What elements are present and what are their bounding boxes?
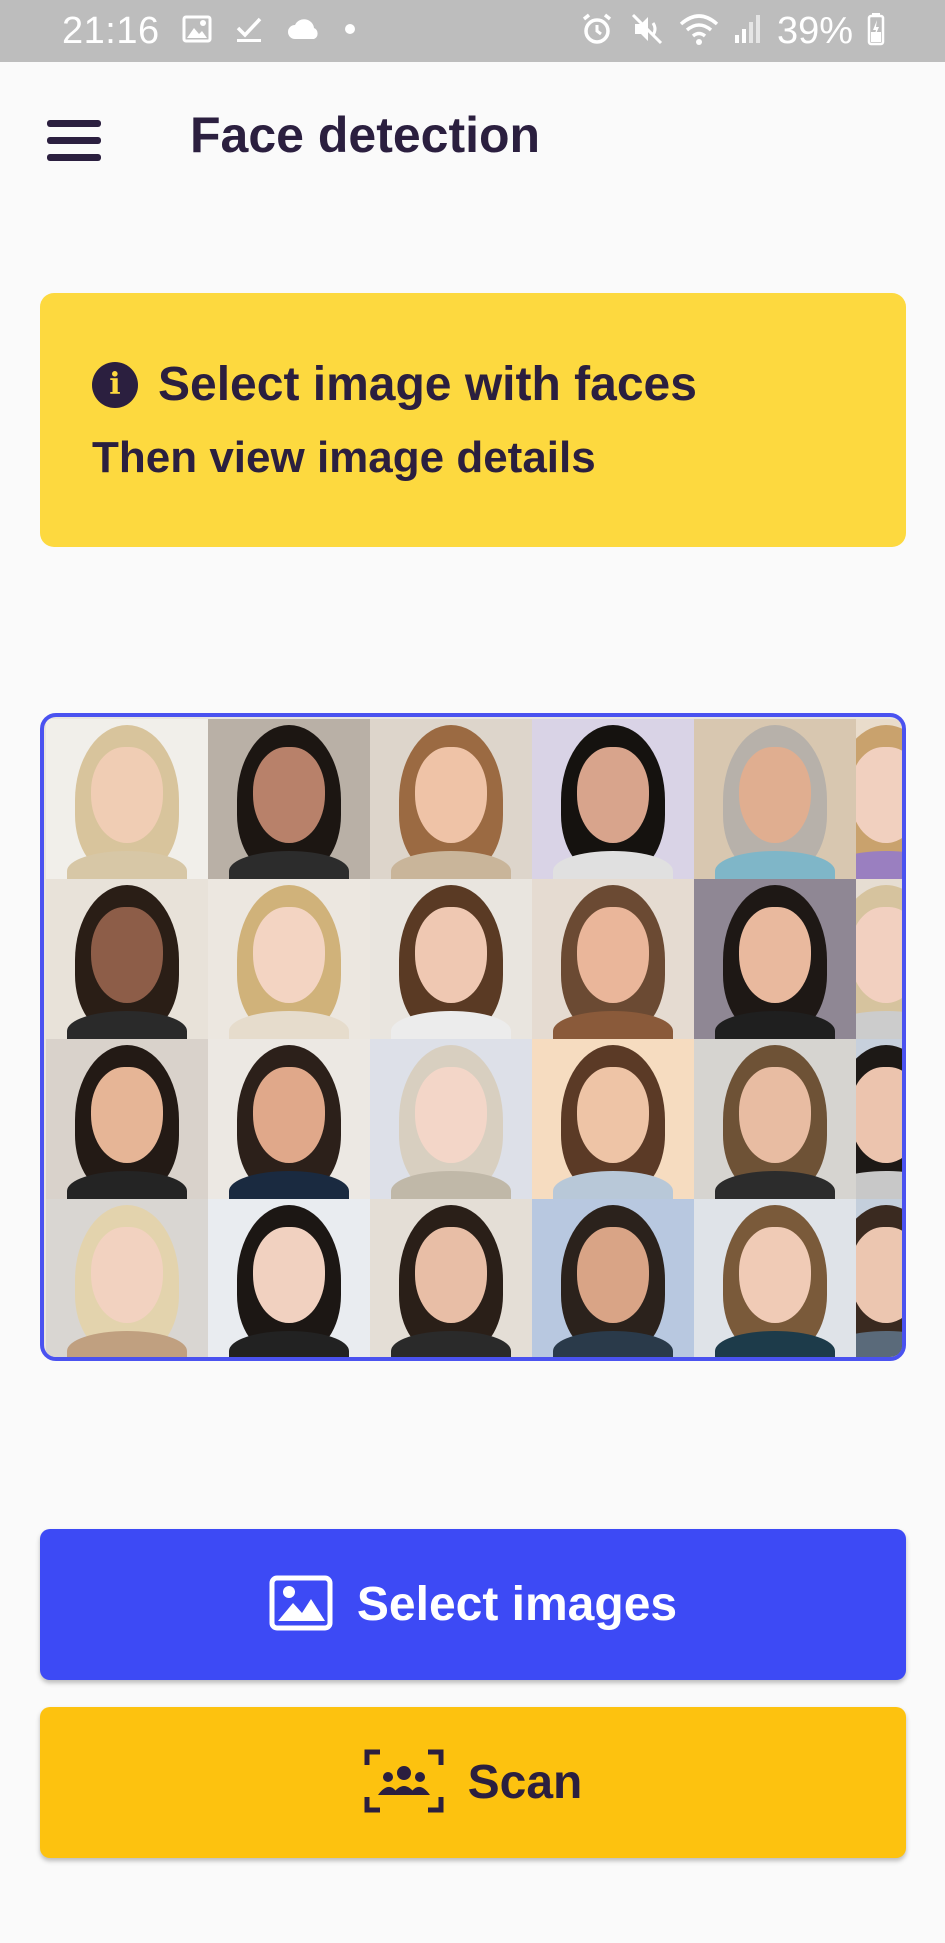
status-right: 39% <box>579 0 885 62</box>
face-thumbnail <box>532 879 694 1039</box>
face-thumbnail <box>370 879 532 1039</box>
face-thumbnail <box>46 879 208 1039</box>
face-thumbnail <box>532 1039 694 1199</box>
face-thumbnail <box>370 1199 532 1357</box>
face-thumbnail <box>208 879 370 1039</box>
face-grid-image <box>46 719 902 1357</box>
info-row: i Select image with faces <box>92 357 697 412</box>
cloud-icon <box>286 17 322 46</box>
face-thumbnail <box>532 1199 694 1357</box>
check-icon <box>234 14 264 49</box>
scan-button[interactable]: Scan <box>40 1707 906 1858</box>
face-thumbnail <box>694 719 856 879</box>
face-thumbnail <box>46 719 208 879</box>
face-thumbnail <box>856 719 902 879</box>
hamburger-menu-icon[interactable] <box>36 102 112 178</box>
app-bar: Face detection <box>0 62 945 210</box>
face-thumbnail <box>370 719 532 879</box>
face-thumbnail <box>694 1199 856 1357</box>
scan-label: Scan <box>467 1756 583 1809</box>
face-thumbnail <box>694 1039 856 1199</box>
page-title: Face detection <box>190 107 541 163</box>
face-thumbnail <box>208 1199 370 1357</box>
wifi-icon <box>679 12 719 51</box>
mute-icon <box>629 11 665 52</box>
selected-image-preview[interactable] <box>40 713 906 1361</box>
image-icon <box>182 15 212 48</box>
signal-icon <box>733 13 763 50</box>
select-images-label: Select images <box>356 1578 678 1631</box>
face-thumbnail <box>856 1039 902 1199</box>
info-icon: i <box>92 361 138 408</box>
face-thumbnail <box>208 1039 370 1199</box>
face-thumbnail <box>532 719 694 879</box>
battery-percent: 39% <box>776 9 853 52</box>
face-thumbnail <box>370 1039 532 1199</box>
info-title: Select image with faces <box>158 358 697 411</box>
face-thumbnail <box>856 1199 902 1357</box>
image-icon <box>269 1575 333 1634</box>
status-bar: 21:16 39% <box>0 0 945 62</box>
info-card: i Select image with faces Then view imag… <box>40 293 906 547</box>
face-thumbnail <box>208 719 370 879</box>
face-thumbnail <box>694 879 856 1039</box>
dot-icon <box>344 22 356 40</box>
select-images-button[interactable]: Select images <box>40 1529 906 1680</box>
face-thumbnail <box>46 1039 208 1199</box>
face-thumbnail <box>46 1199 208 1357</box>
face-scan-icon <box>364 1749 444 1816</box>
status-time: 21:16 <box>62 9 160 52</box>
face-thumbnail <box>856 879 902 1039</box>
info-subtitle: Then view image details <box>92 433 596 482</box>
alarm-icon <box>579 11 615 52</box>
status-left: 21:16 <box>62 0 356 62</box>
battery-icon <box>867 12 885 51</box>
